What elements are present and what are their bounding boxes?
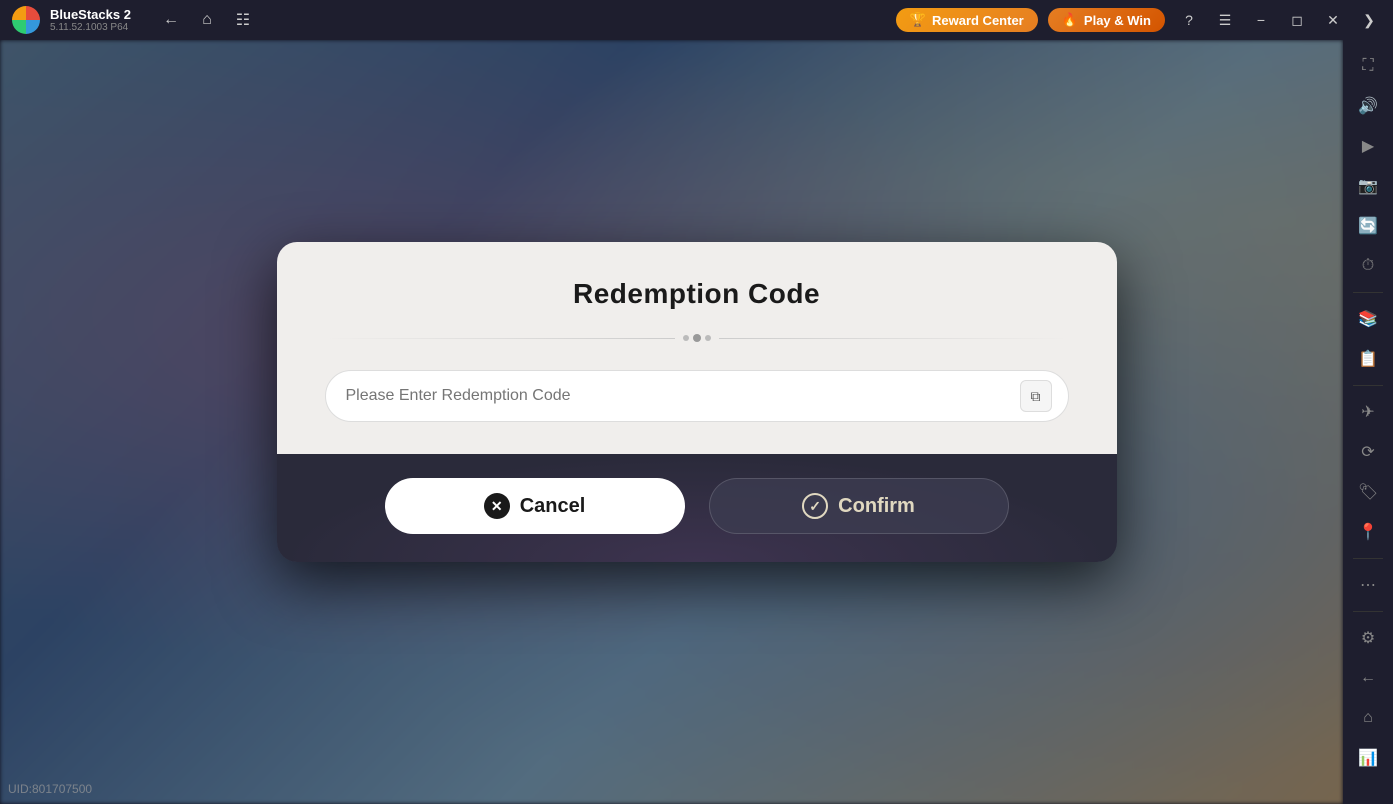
redemption-dialog: Redemption Code ⧉ ✕ Cancel ✓ Confirm xyxy=(277,242,1117,562)
dialog-divider xyxy=(325,334,1069,342)
divider-dot-2 xyxy=(693,334,701,342)
home-icon[interactable]: ⌂ xyxy=(193,6,221,34)
library-icon[interactable]: 📚 xyxy=(1350,301,1386,337)
sidebar-divider-1 xyxy=(1353,292,1383,293)
minimize-button[interactable]: − xyxy=(1245,4,1277,36)
sidebar-divider-4 xyxy=(1353,611,1383,612)
app-name: BlueStacks 2 xyxy=(50,7,131,22)
screenshot-icon[interactable]: 📷 xyxy=(1350,168,1386,204)
divider-line-right xyxy=(719,338,1069,339)
paste-button[interactable]: ⧉ xyxy=(1020,380,1052,412)
rotate-icon[interactable]: 🔄 xyxy=(1350,208,1386,244)
titlebar-center: 🏆 Reward Center 🔥 Play & Win xyxy=(896,8,1165,32)
play-win-button[interactable]: 🔥 Play & Win xyxy=(1048,8,1165,32)
right-sidebar: ⛶ 🔊 ▶ 📷 🔄 ⏱ 📚 📋 ✈ ⟳ 🏷 📍 ⋯ ⚙ ← ⌂ 📊 xyxy=(1343,40,1393,804)
clipboard-icon[interactable]: 📋 xyxy=(1350,341,1386,377)
more-icon[interactable]: ⋯ xyxy=(1350,567,1386,603)
volume-icon[interactable]: 🔊 xyxy=(1350,88,1386,124)
divider-line-left xyxy=(325,338,675,339)
settings-icon[interactable]: ⚙ xyxy=(1350,620,1386,656)
window-controls: ? ☰ − ◻ ✕ ❯ xyxy=(1165,4,1393,36)
expand-button[interactable]: ❯ xyxy=(1353,4,1385,36)
dialog-lower-section: ✕ Cancel ✓ Confirm xyxy=(277,454,1117,562)
help-button[interactable]: ? xyxy=(1173,4,1205,36)
menu-button[interactable]: ☰ xyxy=(1209,4,1241,36)
code-input-row: ⧉ xyxy=(325,370,1069,422)
confirm-label: Confirm xyxy=(838,495,915,518)
redemption-code-input[interactable] xyxy=(346,387,1020,405)
dialog-upper-section: Redemption Code ⧉ xyxy=(277,242,1117,454)
tag-icon[interactable]: 🏷 xyxy=(1350,474,1386,510)
divider-dots xyxy=(683,334,711,342)
nav-controls: ← ⌂ ☷ xyxy=(141,6,273,34)
titlebar-info: BlueStacks 2 5.11.52.1003 P64 xyxy=(50,7,131,33)
reward-center-label: Reward Center xyxy=(932,13,1024,28)
app-version: 5.11.52.1003 P64 xyxy=(50,22,131,33)
bluestacks-logo xyxy=(12,6,40,34)
layout-icon[interactable]: ☷ xyxy=(229,6,257,34)
divider-dot-1 xyxy=(683,335,689,341)
play-win-label: Play & Win xyxy=(1084,13,1151,28)
reward-center-button[interactable]: 🏆 Reward Center xyxy=(896,8,1038,32)
video-icon[interactable]: ▶ xyxy=(1350,128,1386,164)
back-icon[interactable]: ← xyxy=(157,6,185,34)
stats-icon[interactable]: 📊 xyxy=(1350,740,1386,776)
cancel-icon: ✕ xyxy=(484,493,510,519)
titlebar-left: BlueStacks 2 5.11.52.1003 P64 ← ⌂ ☷ xyxy=(0,6,896,34)
sync-icon[interactable]: ⟳ xyxy=(1350,434,1386,470)
paste-icon: ⧉ xyxy=(1031,388,1041,405)
home-nav-icon[interactable]: ⌂ xyxy=(1350,700,1386,736)
location-icon[interactable]: 📍 xyxy=(1350,514,1386,550)
confirm-icon: ✓ xyxy=(802,493,828,519)
titlebar: BlueStacks 2 5.11.52.1003 P64 ← ⌂ ☷ 🏆 Re… xyxy=(0,0,1393,40)
close-button[interactable]: ✕ xyxy=(1317,4,1349,36)
fullscreen-icon[interactable]: ⛶ xyxy=(1350,48,1386,84)
sidebar-divider-2 xyxy=(1353,385,1383,386)
restore-button[interactable]: ◻ xyxy=(1281,4,1313,36)
cancel-label: Cancel xyxy=(520,495,586,518)
reward-fire-icon: 🏆 xyxy=(910,12,926,28)
dialog-title: Redemption Code xyxy=(325,278,1069,310)
cancel-button[interactable]: ✕ Cancel xyxy=(385,478,685,534)
back-arrow-icon[interactable]: ← xyxy=(1350,660,1386,696)
play-fire-icon: 🔥 xyxy=(1062,12,1078,28)
sidebar-divider-3 xyxy=(1353,558,1383,559)
timer-icon[interactable]: ⏱ xyxy=(1350,248,1386,284)
divider-dot-3 xyxy=(705,335,711,341)
confirm-button[interactable]: ✓ Confirm xyxy=(709,478,1009,534)
flight-icon[interactable]: ✈ xyxy=(1350,394,1386,430)
